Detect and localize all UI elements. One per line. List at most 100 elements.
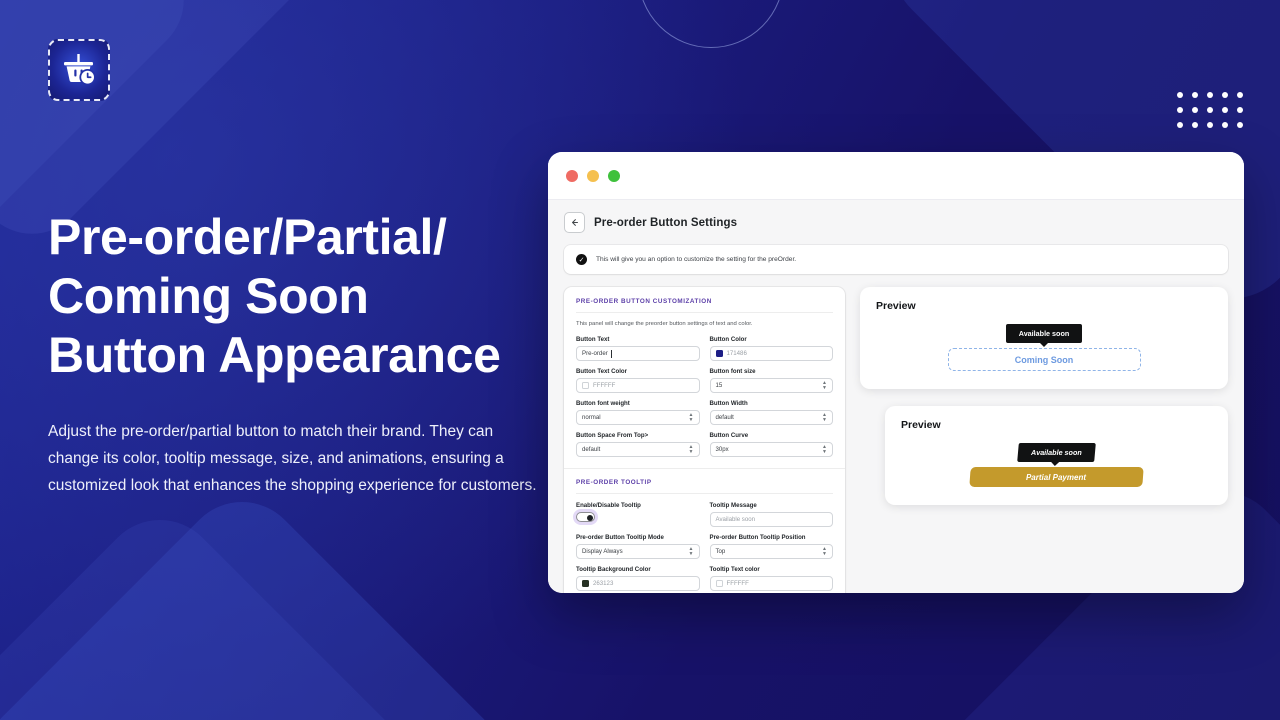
field-label: Button font size xyxy=(709,368,756,375)
app-logo xyxy=(48,39,110,101)
content-columns: PRE-ORDER BUTTON CUSTOMIZATION This pane… xyxy=(564,287,1228,593)
settings-column: PRE-ORDER BUTTON CUSTOMIZATION This pane… xyxy=(564,287,845,593)
field-button-width: Button Width default ▲ ▼ xyxy=(709,400,833,425)
shopping-basket-clock-icon xyxy=(64,54,96,86)
toggle-knob xyxy=(586,514,593,521)
close-button-icon[interactable] xyxy=(566,169,578,182)
section-divider xyxy=(564,468,845,469)
field-label: Enable/Disable Tooltip xyxy=(576,502,641,509)
preview-title: Preview xyxy=(876,300,916,312)
field-tooltip-message: Tooltip Message Available soon xyxy=(709,502,833,527)
color-swatch-icon[interactable] xyxy=(715,580,723,587)
field-tooltip-mode: Pre-order Button Tooltip Mode Display Al… xyxy=(576,534,700,559)
stepper-arrows-icon: ▲ ▼ xyxy=(822,411,827,423)
headline-line-2: Coming Soon xyxy=(48,268,369,324)
tooltip-position-select[interactable]: Top ▲ ▼ xyxy=(709,544,833,559)
headline-line-1: Pre-order/Partial/ xyxy=(48,209,447,265)
tooltip-text-color-input[interactable]: FFFFFF xyxy=(709,576,833,591)
field-tooltip-text-color: Tooltip Text color FFFFFF xyxy=(709,566,833,591)
preview-content: Available soon Coming Soon xyxy=(876,324,1212,371)
field-value: normal xyxy=(582,414,601,421)
button-text-color-input[interactable]: FFFFFF xyxy=(576,378,700,393)
field-label: Tooltip Text color xyxy=(709,566,760,573)
button-color-input[interactable]: 171486 xyxy=(709,346,833,361)
info-banner-text: This will give you an option to customiz… xyxy=(596,256,797,263)
field-value: 15 xyxy=(715,382,723,389)
field-label: Button Width xyxy=(709,400,748,407)
zoom-button-icon[interactable] xyxy=(608,169,620,182)
field-value: FFFFFF xyxy=(726,580,749,587)
tooltip-mode-select[interactable]: Display Always ▲ ▼ xyxy=(576,544,700,559)
button-font-weight-select[interactable]: normal ▲ ▼ xyxy=(576,410,700,425)
field-button-curve: Button Curve 30px ▲ ▼ xyxy=(709,432,833,457)
settings-card: PRE-ORDER BUTTON CUSTOMIZATION This pane… xyxy=(564,287,845,593)
stepper-arrows-icon: ▲ ▼ xyxy=(822,443,827,455)
arrow-left-icon xyxy=(572,219,578,226)
field-button-font-size: Button font size 15 ▲ ▼ xyxy=(709,368,833,393)
field-label: Pre-order Button Tooltip Position xyxy=(709,534,806,541)
field-label: Pre-order Button Tooltip Mode xyxy=(576,534,664,541)
preview-tooltip: Available soon xyxy=(1017,443,1096,462)
info-banner: ✓ This will give you an option to custom… xyxy=(564,245,1228,274)
field-value: Pre-order xyxy=(582,350,608,357)
field-label: Tooltip Background Color xyxy=(576,566,651,573)
field-tooltip-background-color: Tooltip Background Color 263123 xyxy=(576,566,700,591)
headline-line-3: Button Appearance xyxy=(48,327,501,383)
field-button-space-from-top: Button Space From Top> default ▲ ▼ xyxy=(576,432,700,457)
preview-column: Preview Available soon Coming Soon Previ… xyxy=(860,287,1228,505)
field-button-font-weight: Button font weight normal ▲ ▼ xyxy=(576,400,700,425)
page-description: Adjust the pre-order/partial button to m… xyxy=(48,423,537,494)
field-value: default xyxy=(582,446,601,453)
field-button-text: Button Text Pre-order xyxy=(576,336,700,361)
preview-card-coming-soon: Preview Available soon Coming Soon xyxy=(860,287,1228,389)
check-circle-icon: ✓ xyxy=(576,254,587,265)
field-label: Button Space From Top> xyxy=(576,432,649,439)
stepper-arrows-icon: ▲ ▼ xyxy=(688,411,694,423)
field-enable-tooltip: Enable/Disable Tooltip xyxy=(576,502,700,527)
preview-button-label: Partial Payment xyxy=(1026,472,1087,482)
back-button[interactable] xyxy=(564,212,585,233)
page-headline: Pre-order/Partial/ Coming Soon Button Ap… xyxy=(48,208,568,385)
preview-partial-payment-button[interactable]: Partial Payment xyxy=(969,467,1144,487)
tooltip-message-input[interactable]: Available soon xyxy=(709,512,833,527)
preview-tooltip-text: Available soon xyxy=(1031,448,1082,457)
field-value: 171486 xyxy=(726,350,747,357)
window-titlebar xyxy=(548,152,1244,200)
preview-title: Preview xyxy=(901,419,941,431)
browser-window: Pre-order Button Settings ✓ This will gi… xyxy=(548,152,1244,593)
button-width-select[interactable]: default ▲ ▼ xyxy=(709,410,833,425)
preview-card-partial-payment: Preview Available soon Partial Payment xyxy=(885,406,1228,505)
field-button-text-color: Button Text Color FFFFFF xyxy=(576,368,700,393)
preview-coming-soon-button[interactable]: Coming Soon xyxy=(947,348,1141,371)
preview-tooltip: Available soon xyxy=(1005,324,1083,343)
minimize-button-icon[interactable] xyxy=(587,169,599,182)
button-curve-select[interactable]: 30px ▲ ▼ xyxy=(709,442,833,457)
tooltip-background-color-input[interactable]: 263123 xyxy=(576,576,700,591)
button-font-size-select[interactable]: 15 ▲ ▼ xyxy=(709,378,833,393)
field-label: Button Text xyxy=(576,336,610,343)
preview-content: Available soon Partial Payment xyxy=(901,443,1212,487)
color-swatch-icon[interactable] xyxy=(582,382,589,389)
tooltip-fields: Enable/Disable Tooltip Tooltip Message A… xyxy=(576,502,833,591)
field-value: Display Always xyxy=(582,548,623,555)
button-space-from-top-select[interactable]: default ▲ ▼ xyxy=(576,442,700,457)
enable-tooltip-toggle[interactable] xyxy=(576,512,595,522)
page-title: Pre-order Button Settings xyxy=(594,216,738,229)
decorative-dot-grid xyxy=(1177,92,1252,137)
button-text-input[interactable]: Pre-order xyxy=(576,346,700,361)
field-value: 30px xyxy=(715,446,729,453)
customization-fields: Button Text Pre-order Button Color 17148… xyxy=(576,336,833,457)
stepper-arrows-icon: ▲ ▼ xyxy=(688,443,694,455)
field-label: Button Color xyxy=(709,336,747,343)
tooltip-section-title: PRE-ORDER TOOLTIP xyxy=(576,479,833,494)
field-value: Top xyxy=(715,548,726,555)
stepper-arrows-icon: ▲ ▼ xyxy=(688,545,694,557)
field-label: Button Curve xyxy=(709,432,749,439)
customization-section-title: PRE-ORDER BUTTON CUSTOMIZATION xyxy=(576,298,833,313)
field-label: Button Text Color xyxy=(576,368,627,375)
app-content: Pre-order Button Settings ✓ This will gi… xyxy=(548,200,1244,593)
field-value: 263123 xyxy=(593,580,614,587)
color-swatch-icon[interactable] xyxy=(582,580,589,587)
field-value: Available soon xyxy=(715,516,756,523)
color-swatch-icon[interactable] xyxy=(715,350,723,357)
